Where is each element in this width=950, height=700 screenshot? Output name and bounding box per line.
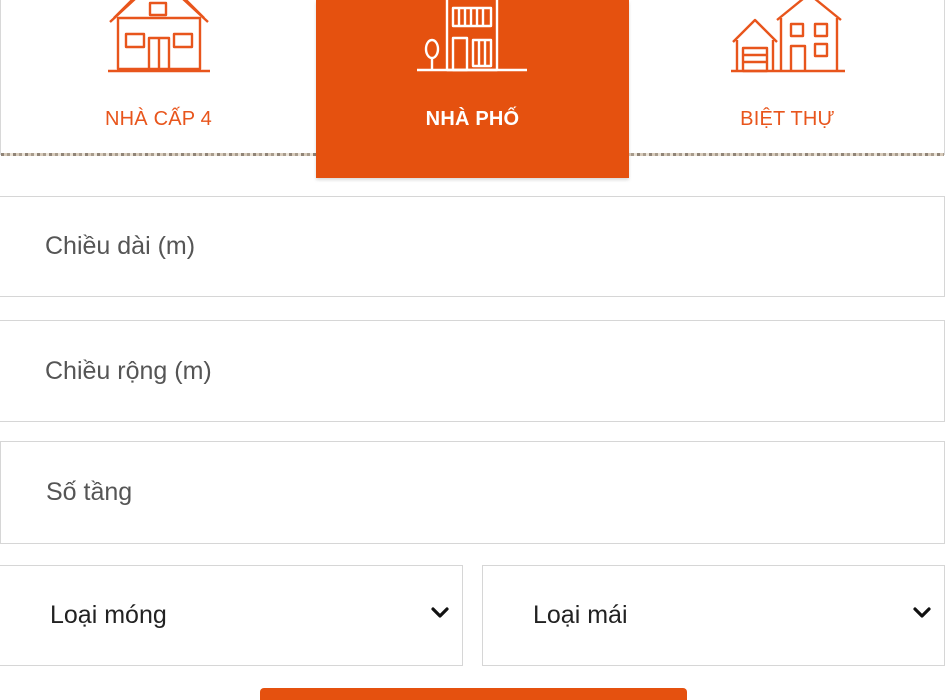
tab-label: NHÀ PHỐ — [425, 108, 520, 130]
submit-button[interactable] — [260, 688, 687, 700]
roof-type-select[interactable]: Loại mái — [482, 565, 945, 666]
chevron-down-icon — [430, 606, 450, 625]
length-field[interactable] — [0, 196, 945, 297]
tab-label: NHÀ CẤP 4 — [104, 108, 213, 130]
floors-input[interactable] — [1, 442, 944, 543]
villa-icon — [729, 0, 847, 80]
length-input[interactable] — [0, 197, 944, 296]
townhouse-icon — [415, 0, 531, 80]
single-storey-house-icon — [104, 0, 214, 80]
width-field[interactable] — [0, 320, 945, 422]
foundation-type-value: Loại móng — [50, 601, 167, 629]
construction-cost-calculator: NHÀ CẤP 4 NHÀ PHỐ BIỆT THỰ Chiều dài (m)… — [0, 0, 950, 700]
foundation-type-select[interactable]: Loại móng — [0, 565, 463, 666]
width-input[interactable] — [0, 321, 944, 421]
tab-label: BIỆT THỰ — [740, 108, 835, 130]
tab-biet-thu[interactable]: BIỆT THỰ — [629, 0, 946, 155]
house-type-tabs: NHÀ CẤP 4 NHÀ PHỐ BIỆT THỰ — [0, 0, 946, 178]
floors-field[interactable] — [0, 441, 945, 544]
tab-nha-pho[interactable]: NHÀ PHỐ — [316, 0, 629, 178]
tab-nha-cap-4[interactable]: NHÀ CẤP 4 — [1, 0, 316, 155]
roof-type-value: Loại mái — [533, 601, 628, 629]
chevron-down-icon — [912, 606, 932, 625]
